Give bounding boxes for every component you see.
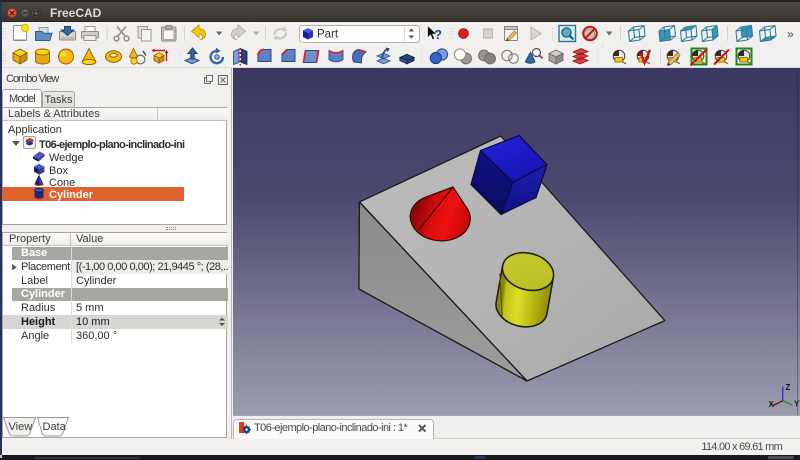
svg-text:Z: Z [786, 383, 791, 392]
svg-text:Part: Part [317, 29, 339, 41]
svg-text:Data: Data [43, 421, 67, 433]
svg-text:?: ? [434, 27, 442, 42]
svg-text:X: X [769, 400, 775, 409]
svg-text:»: » [787, 27, 794, 41]
svg-text:View: View [9, 421, 33, 433]
